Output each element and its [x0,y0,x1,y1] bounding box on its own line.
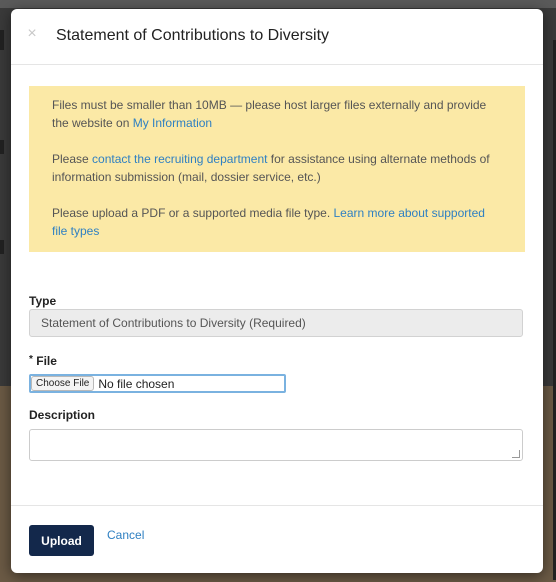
resize-grip-icon[interactable] [512,450,520,458]
notice-contact: Please contact the recruiting department… [52,150,503,186]
file-input[interactable]: Choose File No file chosen [29,374,286,393]
no-file-text: No file chosen [98,376,175,391]
backdrop-mark [0,140,4,154]
choose-file-button[interactable]: Choose File [31,376,95,391]
type-label: Type [29,294,57,308]
upload-notice: Files must be smaller than 10MB — please… [29,86,525,252]
description-label: Description [29,408,96,422]
backdrop-mark [0,240,4,254]
contact-recruiting-link[interactable]: contact the recruiting department [92,152,267,166]
type-field: Statement of Contributions to Diversity … [29,309,523,337]
upload-modal: × Statement of Contributions to Diversit… [11,9,543,573]
upload-button[interactable]: Upload [29,525,94,556]
modal-body: Files must be smaller than 10MB — please… [29,86,525,461]
backdrop-top [0,0,556,8]
description-textarea[interactable] [29,429,523,461]
notice-text: Files must be smaller than 10MB — please… [52,98,487,130]
my-information-link[interactable]: My Information [133,116,212,130]
backdrop-mark [0,30,4,50]
notice-text: Please upload a PDF or a supported media… [52,206,334,220]
modal-footer: Upload Cancel [11,505,543,573]
notice-text: Please [52,152,93,166]
required-mark: * [29,354,33,365]
notice-file-types: Please upload a PDF or a supported media… [52,204,503,240]
file-label-text: File [36,354,57,368]
close-icon[interactable]: × [25,25,39,43]
notice-size-limit: Files must be smaller than 10MB — please… [52,96,503,132]
cancel-link[interactable]: Cancel [107,528,144,542]
modal-header: × Statement of Contributions to Diversit… [11,9,543,65]
file-label: * File [29,354,57,368]
modal-title: Statement of Contributions to Diversity [56,27,330,44]
